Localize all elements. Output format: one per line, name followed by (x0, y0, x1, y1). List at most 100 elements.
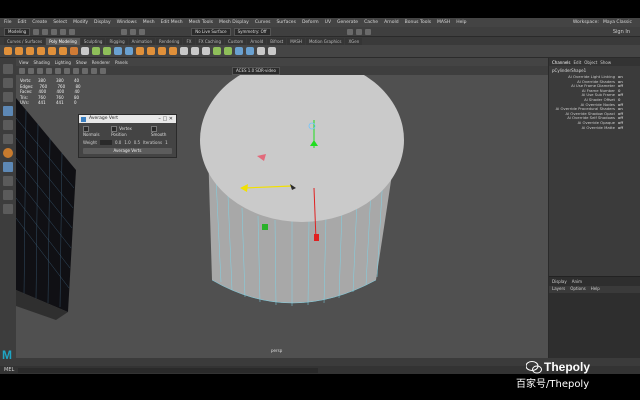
iterations-value[interactable]: 1 (165, 140, 168, 145)
append-icon[interactable] (180, 47, 188, 55)
shelf-tab-poly-modeling[interactable]: Poly Modeling (46, 38, 80, 45)
merge-icon[interactable] (202, 47, 210, 55)
menu-arnold[interactable]: Arnold (384, 20, 399, 25)
menu-mesh-display[interactable]: Mesh Display (219, 20, 249, 25)
rotate-tool-icon[interactable] (3, 120, 13, 130)
menu-cache[interactable]: Cache (364, 20, 378, 25)
attribute-value[interactable]: off (618, 125, 623, 131)
viewport-panel[interactable]: View Shading Lighting Show Renderer Panels AC… (16, 58, 548, 358)
single-view-icon[interactable] (3, 162, 13, 172)
menu-surfaces[interactable]: Surfaces (276, 20, 296, 25)
shelf-tab-custom[interactable]: Custom (225, 38, 247, 45)
layer-menu-help[interactable]: Help (591, 286, 600, 291)
menu-uv[interactable]: UV (325, 20, 331, 25)
image-plane-icon[interactable] (37, 67, 43, 74)
render-icon[interactable] (346, 28, 353, 35)
menu-display[interactable]: Display (94, 20, 111, 25)
menu-mesh-tools[interactable]: Mesh Tools (189, 20, 213, 25)
shelf-tab-animation[interactable]: Animation (128, 38, 156, 45)
layer-tab-anim[interactable]: Anim (572, 279, 582, 284)
viewport-menu-renderer[interactable]: Renderer (92, 60, 110, 65)
shelf-tab-motion-graphics[interactable]: Motion Graphics (305, 38, 345, 45)
xray-icon[interactable] (100, 67, 106, 74)
layer-menu-options[interactable]: Options (570, 286, 585, 291)
plane-icon[interactable] (59, 47, 67, 55)
shelf-tab-arnold[interactable]: Arnold (247, 38, 267, 45)
bevel-icon[interactable] (169, 47, 177, 55)
fill-hole-icon[interactable] (191, 47, 199, 55)
uv-editor-icon[interactable] (257, 47, 265, 55)
planar-uv-icon[interactable] (268, 47, 276, 55)
bridge-icon[interactable] (158, 47, 166, 55)
menu-windows[interactable]: Windows (117, 20, 137, 25)
channel-tab-show[interactable]: Show (600, 60, 611, 65)
mode-dropdown[interactable]: Modeling (4, 27, 31, 36)
average-verts-button[interactable]: Average Verts (83, 148, 172, 154)
viewport-menu-view[interactable]: View (19, 60, 29, 65)
multi-cut-icon[interactable] (213, 47, 221, 55)
channel-tab-object[interactable]: Object (584, 60, 597, 65)
sign-in-link[interactable]: Sign In (613, 29, 640, 35)
lasso-tool-icon[interactable] (3, 78, 13, 88)
menu-file[interactable]: File (4, 20, 12, 25)
shelf-tab-rigging[interactable]: Rigging (106, 38, 128, 45)
cube-icon[interactable] (15, 47, 23, 55)
save-scene-icon[interactable] (51, 28, 58, 35)
shelf-tab-sculpting[interactable]: Sculpting (80, 38, 106, 45)
layout-icon[interactable] (3, 190, 13, 200)
cylinder-icon[interactable] (26, 47, 34, 55)
option-vertex-position[interactable]: Vertex Position (111, 126, 145, 137)
shelf-tab-rendering[interactable]: Rendering (156, 38, 183, 45)
shelf-tab-mash[interactable]: MASH (287, 38, 305, 45)
ipr-render-icon[interactable] (355, 28, 362, 35)
shadows-icon[interactable] (91, 67, 97, 74)
bookmark-icon[interactable] (28, 67, 34, 74)
menu-bonus-tools[interactable]: Bonus Tools (405, 20, 431, 25)
shelf-tab-xgen[interactable]: XGen (345, 38, 363, 45)
viewport-menu-panels[interactable]: Panels (115, 60, 128, 65)
menu-modify[interactable]: Modify (73, 20, 88, 25)
scale-tool-icon[interactable] (3, 134, 13, 144)
layer-menu-layers[interactable]: Layers (552, 286, 565, 291)
paint-select-icon[interactable] (3, 92, 13, 102)
menu-edit[interactable]: Edit (18, 20, 27, 25)
mirror-icon[interactable] (136, 47, 144, 55)
menu-select[interactable]: Select (53, 20, 67, 25)
symmetry-dropdown[interactable]: Symmetry: Off (233, 27, 271, 36)
workspace-selector[interactable]: Workspace: Maya Classic (573, 20, 640, 25)
snap-grid-icon[interactable] (121, 28, 128, 35)
shelf-tab-bifrost[interactable]: Bifrost (267, 38, 287, 45)
disc-icon[interactable] (70, 47, 78, 55)
wireframe-icon[interactable] (55, 67, 61, 74)
camera-icon[interactable] (19, 67, 25, 74)
snap-curve-icon[interactable] (130, 28, 137, 35)
option-smooth[interactable]: Smooth (150, 126, 172, 137)
renderer-colorspace[interactable]: ACES 1.0 SDR-video (232, 66, 280, 75)
viewport-menu-shading[interactable]: Shading (34, 60, 50, 65)
open-scene-icon[interactable] (42, 28, 49, 35)
sphere-icon[interactable] (4, 47, 12, 55)
move-tool-icon[interactable] (3, 106, 13, 116)
lights-icon[interactable] (82, 67, 88, 74)
smooth-icon[interactable] (114, 47, 122, 55)
shelf-tab-fx[interactable]: FX (183, 38, 195, 45)
command-language[interactable]: MEL (4, 367, 14, 373)
textured-icon[interactable] (73, 67, 79, 74)
four-view-icon[interactable] (3, 176, 13, 186)
shelf-tab-fx-caching[interactable]: FX Caching (195, 38, 224, 45)
outliner-layout-icon[interactable] (3, 204, 13, 214)
menu-deform[interactable]: Deform (302, 20, 319, 25)
attribute-row[interactable]: Ai Override Matte off (549, 125, 640, 131)
undo-icon[interactable] (60, 28, 67, 35)
menu-edit-mesh[interactable]: Edit Mesh (161, 20, 183, 25)
command-input[interactable] (18, 367, 319, 373)
edge-loop-icon[interactable] (246, 47, 254, 55)
weight-field[interactable] (99, 140, 112, 145)
menu-help[interactable]: Help (456, 20, 466, 25)
extrude-icon[interactable] (147, 47, 155, 55)
snap-point-icon[interactable] (139, 28, 146, 35)
redo-icon[interactable] (69, 28, 76, 35)
viewport-menu-show[interactable]: Show (76, 60, 87, 65)
grid-toggle-icon[interactable] (46, 67, 52, 74)
quad-draw-icon[interactable] (235, 47, 243, 55)
